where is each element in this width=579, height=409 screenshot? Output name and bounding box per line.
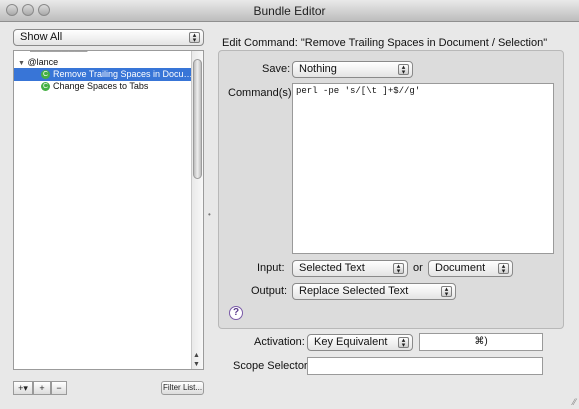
tree-item-label: Change Spaces to Tabs	[53, 81, 149, 91]
output-label: Output:	[251, 285, 288, 297]
output-popup[interactable]: Replace Selected Text ▴ ▾	[292, 283, 456, 300]
popup-arrows-icon: ▴ ▾	[398, 64, 409, 76]
bundle-tree[interactable]: ───────── ▼ @lance C Remove Trailing Spac…	[13, 50, 204, 370]
popup-arrows-icon: ▴ ▾	[189, 32, 200, 44]
activation-value: Key Equivalent	[314, 336, 388, 348]
tree-group-label: @lance	[27, 57, 59, 67]
input-value: Selected Text	[299, 262, 365, 274]
bundle-filter-popup[interactable]: Show All ▴ ▾	[13, 29, 204, 46]
scroll-down-arrow-icon[interactable]: ▼	[193, 361, 200, 368]
tree-item-change-spaces-to-tabs[interactable]: C Change Spaces to Tabs	[14, 80, 203, 93]
title-bar: Bundle Editor	[0, 0, 579, 22]
help-icon[interactable]: ?	[229, 306, 243, 320]
input-popup[interactable]: Selected Text ▴ ▾	[292, 260, 408, 277]
scope-selector-label: Scope Selector:	[233, 360, 311, 372]
window-title: Bundle Editor	[253, 4, 326, 18]
tree-scrollbar[interactable]: ▲ ▼	[191, 51, 203, 369]
filter-list-button[interactable]: Filter List...	[161, 381, 204, 395]
output-value: Replace Selected Text	[299, 285, 409, 297]
input-label: Input:	[257, 262, 285, 274]
popup-arrows-icon: ▴ ▾	[498, 263, 509, 275]
scroll-thumb[interactable]	[193, 59, 202, 179]
command-icon: C	[41, 70, 50, 80]
key-equivalent-field[interactable]: ⌘)	[419, 333, 543, 351]
command-icon: C	[41, 82, 50, 92]
save-value: Nothing	[299, 63, 337, 75]
save-popup[interactable]: Nothing ▴ ▾	[292, 61, 413, 78]
popup-arrows-icon: ▴ ▾	[441, 286, 452, 298]
resize-grip-icon[interactable]: ⁄⁄	[573, 397, 576, 407]
commands-label: Command(s):	[228, 87, 295, 99]
activation-popup[interactable]: Key Equivalent ▴ ▾	[307, 334, 413, 351]
save-label: Save:	[262, 63, 291, 75]
popup-arrows-icon: ▴ ▾	[398, 337, 409, 349]
scroll-up-arrow-icon[interactable]: ▲	[193, 352, 200, 359]
input-fallback-popup[interactable]: Document ▴ ▾	[428, 260, 513, 277]
disclosure-triangle-icon[interactable]: ▼	[18, 60, 25, 67]
popup-arrows-icon: ▴ ▾	[393, 263, 404, 275]
activation-label: Activation:	[254, 336, 305, 348]
bundle-filter-value: Show All	[20, 31, 63, 43]
editor-heading: Edit Command: "Remove Trailing Spaces in…	[222, 37, 548, 49]
add-item-button[interactable]: +	[33, 381, 51, 395]
tree-item-label: Remove Trailing Spaces in Docu…	[53, 69, 193, 79]
or-label: or	[413, 262, 423, 274]
fallback-value: Document	[435, 262, 486, 274]
add-menu-button[interactable]: +▾	[13, 381, 33, 395]
command-text-area[interactable]: perl -pe 's/[\t ]+$//g'	[292, 83, 554, 254]
scope-selector-field[interactable]	[307, 357, 543, 375]
remove-item-button[interactable]: −	[51, 381, 67, 395]
split-divider-handle[interactable]: •	[208, 210, 211, 219]
